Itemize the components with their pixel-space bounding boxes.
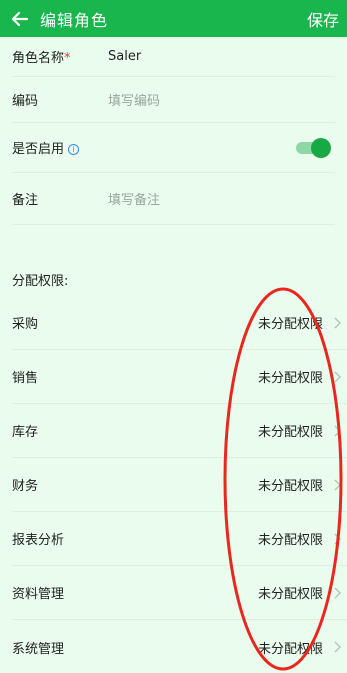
permission-status: 未分配权限 — [257, 425, 323, 440]
save-button[interactable]: 保存 — [307, 0, 339, 37]
chevron-right-icon — [334, 479, 341, 490]
chevron-right-icon — [334, 371, 341, 382]
permission-status: 未分配权限 — [257, 587, 323, 602]
remark-row: 备注 填写备注 — [12, 173, 335, 225]
permissions-title: 分配权限: — [12, 274, 69, 289]
remark-label: 备注 — [12, 193, 39, 208]
role-name-row: 角色名称* Saler — [12, 37, 335, 77]
permission-row-sales[interactable]: 销售 未分配权限 — [12, 350, 347, 404]
role-name-label-text: 角色名称 — [12, 51, 65, 66]
enabled-label: 是否启用 i — [12, 138, 108, 157]
permission-row-purchase[interactable]: 采购 未分配权限 — [12, 296, 347, 350]
code-label: 编码 — [12, 94, 39, 109]
permission-status: 未分配权限 — [257, 371, 323, 386]
enabled-toggle[interactable] — [296, 137, 331, 158]
enabled-label-text: 是否启用 — [12, 142, 65, 157]
code-input[interactable]: 填写编码 — [108, 90, 160, 109]
enabled-row: 是否启用 i — [12, 123, 335, 173]
permission-status: 未分配权限 — [257, 317, 323, 332]
app-bar: 编辑角色 保存 — [0, 0, 347, 37]
toggle-knob — [311, 137, 331, 158]
permission-row-data-management[interactable]: 资料管理 未分配权限 — [12, 566, 347, 620]
permission-row-reports[interactable]: 报表分析 未分配权限 — [12, 512, 347, 566]
permission-label: 报表分析 — [12, 533, 65, 548]
permission-label: 财务 — [12, 479, 39, 494]
permission-label: 库存 — [12, 425, 39, 440]
arrow-left-icon — [11, 11, 29, 26]
permission-status: 未分配权限 — [257, 641, 323, 657]
permission-label: 系统管理 — [12, 641, 65, 657]
chevron-right-icon — [334, 533, 341, 544]
role-name-label: 角色名称* — [12, 47, 108, 66]
info-icon[interactable]: i — [68, 144, 80, 155]
chevron-right-icon — [334, 425, 341, 436]
permission-status: 未分配权限 — [257, 479, 323, 494]
permission-row-finance[interactable]: 财务 未分配权限 — [12, 458, 347, 512]
chevron-right-icon — [334, 587, 341, 598]
chevron-right-icon — [334, 317, 341, 328]
page-title: 编辑角色 — [40, 10, 109, 30]
permission-row-inventory[interactable]: 库存 未分配权限 — [12, 404, 347, 458]
permission-label: 采购 — [12, 317, 39, 332]
required-mark: * — [64, 51, 71, 66]
role-name-input[interactable]: Saler — [108, 49, 141, 64]
permission-label: 销售 — [12, 371, 39, 386]
permission-status: 未分配权限 — [257, 533, 323, 548]
permission-label: 资料管理 — [12, 587, 65, 602]
chevron-right-icon — [334, 641, 341, 653]
remark-input[interactable]: 填写备注 — [108, 189, 160, 208]
permission-row-system-management[interactable]: 系统管理 未分配权限 — [12, 620, 347, 673]
code-row: 编码 填写编码 — [12, 77, 335, 123]
back-button[interactable] — [0, 0, 40, 37]
